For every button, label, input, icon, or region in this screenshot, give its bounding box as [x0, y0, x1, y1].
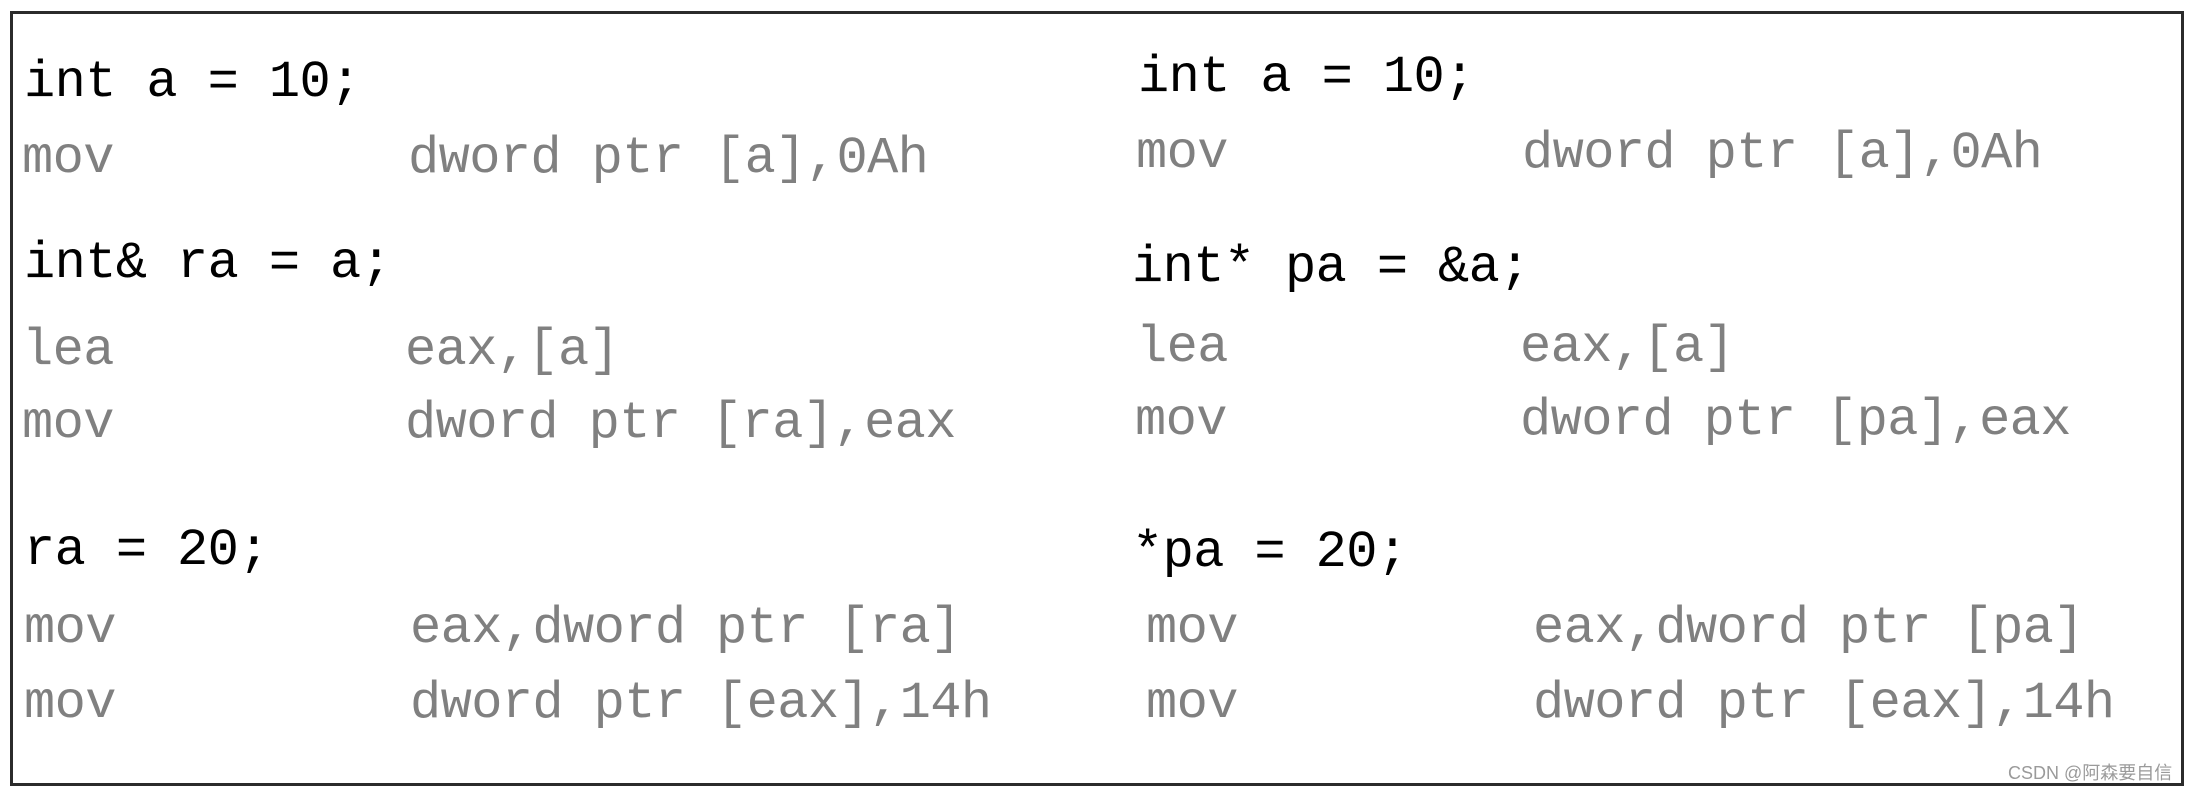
asm-mnemonic: lea	[22, 321, 114, 380]
source-line: int* pa = &a;	[1132, 238, 1530, 297]
source-line: int a = 10;	[24, 53, 361, 112]
asm-operands: dword ptr [eax],14h	[410, 674, 992, 733]
asm-mnemonic: mov	[1146, 674, 1238, 733]
asm-operands: eax,dword ptr [ra]	[410, 599, 962, 658]
asm-mnemonic: mov	[1135, 391, 1227, 450]
asm-operands: eax,dword ptr [pa]	[1533, 599, 2085, 658]
asm-mnemonic: mov	[24, 674, 116, 733]
watermark: CSDN @阿森要自信	[2008, 763, 2173, 783]
source-line: int& ra = a;	[24, 234, 392, 293]
asm-mnemonic: mov	[22, 394, 114, 453]
asm-operands: dword ptr [a],0Ah	[408, 129, 929, 188]
source-line: int a = 10;	[1138, 48, 1475, 107]
asm-mnemonic: lea	[1136, 318, 1228, 377]
asm-mnemonic: mov	[24, 599, 116, 658]
asm-mnemonic: mov	[1136, 124, 1228, 183]
asm-operands: dword ptr [eax],14h	[1533, 674, 2115, 733]
asm-operands: dword ptr [a],0Ah	[1522, 124, 2043, 183]
asm-operands: eax,[a]	[405, 321, 620, 380]
asm-mnemonic: mov	[22, 129, 114, 188]
source-line: ra = 20;	[24, 521, 269, 580]
asm-mnemonic: mov	[1146, 599, 1238, 658]
source-line: *pa = 20;	[1132, 523, 1408, 582]
asm-operands: dword ptr [ra],eax	[405, 394, 957, 453]
asm-operands: eax,[a]	[1520, 318, 1735, 377]
asm-operands: dword ptr [pa],eax	[1520, 391, 2072, 450]
